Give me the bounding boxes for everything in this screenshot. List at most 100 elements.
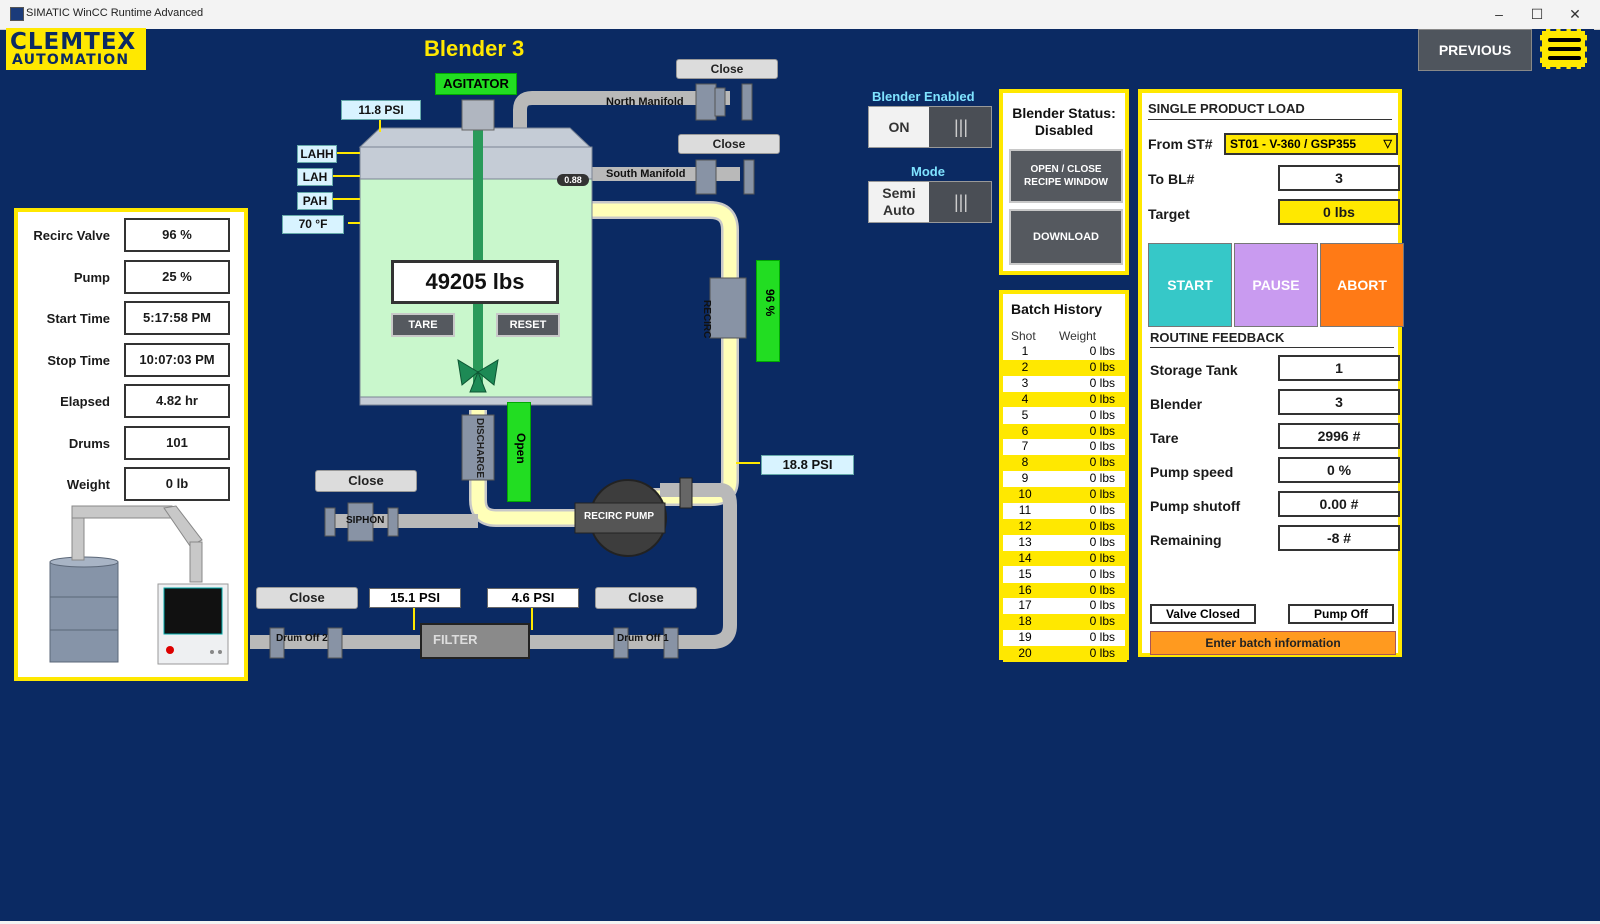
blender-status-value: Disabled	[1034, 122, 1094, 138]
shot-number: 1	[1021, 344, 1029, 358]
recipe-window-line1: OPEN / CLOSE	[1030, 164, 1102, 175]
batch-history-panel: Batch History Shot Weight 1 0 lbs 2 0 lbs 3 0…	[999, 290, 1129, 662]
toggle-grip-icon: |||	[953, 117, 969, 137]
abort-button[interactable]: ABORT	[1320, 243, 1404, 327]
pump-pressure-display: 18.8 PSI	[761, 455, 854, 475]
batch-history-row: 4 0 lbs	[1003, 391, 1127, 408]
feedback-value: 2996 #	[1278, 423, 1400, 449]
batch-history-row: 13 0 lbs	[1003, 535, 1127, 551]
title-divider	[1148, 119, 1392, 120]
pah-tag: PAH	[297, 192, 333, 210]
filter-outlet-pressure: 4.6 PSI	[487, 588, 579, 608]
feedback-value: 3	[1278, 389, 1400, 415]
shot-number: 2	[1021, 359, 1029, 374]
filter-label: FILTER	[433, 632, 478, 647]
shot-weight: 0 lbs	[1089, 518, 1115, 533]
feedback-value: 0 %	[1278, 457, 1400, 483]
recipe-window-button[interactable]: OPEN / CLOSE RECIPE WINDOW	[1009, 149, 1123, 203]
blender-enabled-value: ON	[869, 107, 929, 147]
batch-history-row: 7 0 lbs	[1003, 439, 1127, 455]
shot-number: 8	[1021, 455, 1029, 470]
tank-small-readout: 0.88	[557, 174, 589, 186]
discharge-valve-label: DISCHARGE	[474, 418, 485, 479]
temperature-display: 70 °F	[282, 215, 344, 234]
shot-number: 20	[1018, 646, 1032, 661]
shot-weight: 0 lbs	[1089, 550, 1115, 565]
shot-weight: 0 lbs	[1089, 344, 1115, 358]
shot-column-header: Shot	[1011, 329, 1036, 343]
shot-number: 13	[1018, 534, 1032, 549]
weight-column-header: Weight	[1059, 329, 1097, 343]
feedback-divider	[1150, 347, 1394, 348]
mode-toggle[interactable]: Semi Auto |||	[868, 181, 992, 223]
discharge-valve-state-indicator[interactable]: Open	[507, 402, 531, 502]
target-input[interactable]: 0 lbs	[1278, 199, 1400, 225]
to-blender-input[interactable]: 3	[1278, 165, 1400, 191]
shot-number: 7	[1021, 439, 1029, 454]
shot-number: 4	[1021, 391, 1029, 406]
reset-button[interactable]: RESET	[496, 313, 560, 337]
shot-weight: 0 lbs	[1089, 471, 1115, 486]
pause-button[interactable]: PAUSE	[1234, 243, 1318, 327]
pump-status-indicator: Pump Off	[1288, 604, 1394, 624]
routine-feedback-title: ROUTINE FEEDBACK	[1150, 330, 1285, 345]
shot-number: 11	[1018, 503, 1032, 517]
feedback-label: Pump speed	[1150, 464, 1234, 480]
recirc-pump-label[interactable]: RECIRC PUMP	[584, 511, 654, 522]
recirc-valve-percent: 96 %	[763, 289, 777, 317]
batch-history-row: 3 0 lbs	[1003, 376, 1127, 392]
batch-history-row: 9 0 lbs	[1003, 471, 1127, 487]
drum-off-1-label: Drum Off 1	[617, 633, 669, 644]
start-button[interactable]: START	[1148, 243, 1232, 327]
drum-off-1-valve-button[interactable]: Close	[595, 587, 697, 609]
tank-pressure-display: 11.8 PSI	[341, 100, 421, 120]
shot-weight: 0 lbs	[1089, 423, 1115, 438]
tank-weight-display: 49205 lbs	[391, 260, 559, 304]
south-manifold-label: South Manifold	[606, 168, 686, 180]
shot-weight: 0 lbs	[1089, 614, 1115, 629]
shot-number: 5	[1021, 407, 1029, 422]
mode-value-line1: Semi	[882, 185, 916, 201]
batch-history-row: 5 0 lbs	[1003, 408, 1127, 424]
shot-number: 15	[1018, 566, 1032, 581]
recirc-valve-position-indicator: 96 %	[756, 260, 780, 362]
download-button[interactable]: DOWNLOAD	[1009, 209, 1123, 265]
shot-number: 10	[1018, 487, 1032, 502]
batch-history-row: 12 0 lbs	[1003, 518, 1127, 535]
enter-batch-info-button[interactable]: Enter batch information	[1150, 631, 1396, 655]
shot-number: 12	[1018, 518, 1032, 533]
shot-number: 14	[1018, 550, 1032, 565]
south-manifold-valve-button[interactable]: Close	[678, 134, 780, 154]
recipe-window-line2: RECIPE WINDOW	[1024, 177, 1108, 188]
feedback-value: 1	[1278, 355, 1400, 381]
shot-number: 19	[1018, 630, 1032, 645]
siphon-valve-button[interactable]: Close	[315, 470, 417, 492]
agitator-indicator[interactable]: AGITATOR	[435, 73, 517, 95]
feedback-label: Storage Tank	[1150, 362, 1238, 378]
blender-status-panel: Blender Status: Disabled OPEN / CLOSE RE…	[999, 89, 1129, 275]
tare-button[interactable]: TARE	[391, 313, 455, 337]
blender-enabled-toggle[interactable]: ON |||	[868, 106, 992, 148]
north-manifold-valve-button[interactable]: Close	[676, 59, 778, 79]
from-station-value: ST01 - V-360 / GSP355	[1230, 137, 1357, 151]
shot-weight: 0 lbs	[1089, 375, 1115, 390]
from-station-select[interactable]: ST01 - V-360 / GSP355 ▽	[1224, 133, 1398, 155]
lahh-tag: LAHH	[297, 145, 337, 163]
batch-history-row: 2 0 lbs	[1003, 359, 1127, 376]
blender-status-title: Blender Status:	[1012, 105, 1116, 121]
shot-weight: 0 lbs	[1089, 359, 1115, 374]
drum-off-2-valve-button[interactable]: Close	[256, 587, 358, 609]
shot-number: 16	[1018, 582, 1032, 597]
recirc-valve-label: RECIRC	[701, 300, 712, 339]
chevron-down-icon: ▽	[1383, 138, 1392, 150]
from-station-label: From ST#	[1148, 136, 1213, 152]
shot-number: 3	[1021, 375, 1029, 390]
batch-history-list: 1 0 lbs 2 0 lbs 3 0 lbs 4 0 lbs 5 0 lbs 6 0 lbs 7 0 l…	[1003, 344, 1127, 664]
batch-history-title: Batch History	[1011, 301, 1103, 317]
feedback-value: -8 #	[1278, 525, 1400, 551]
mode-value-line2: Auto	[883, 202, 915, 218]
batch-history-row: 18 0 lbs	[1003, 614, 1127, 630]
shot-number: 6	[1021, 423, 1029, 438]
shot-weight: 0 lbs	[1089, 487, 1115, 502]
mode-value: Semi Auto	[869, 182, 929, 222]
